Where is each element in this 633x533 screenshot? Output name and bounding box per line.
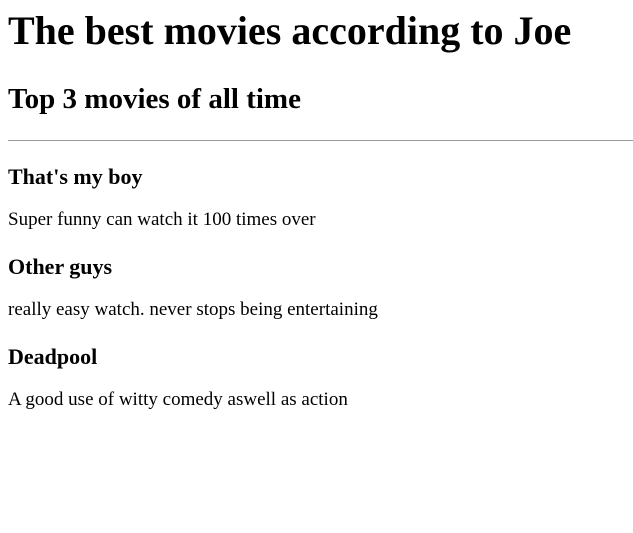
movie-item: Other guys really easy watch. never stop…	[8, 253, 625, 321]
movie-title: Deadpool	[8, 344, 98, 369]
movie-item: Deadpool A good use of witty comedy aswe…	[8, 343, 625, 411]
movie-list: That's my boy Super funny can watch it 1…	[8, 163, 625, 411]
page-subtitle: Top 3 movies of all time	[8, 83, 301, 115]
movie-description: really easy watch. never stops being ent…	[8, 299, 378, 320]
movie-title: That's my boy	[8, 164, 143, 189]
divider	[8, 140, 633, 141]
movie-description: Super funny can watch it 100 times over	[8, 209, 316, 230]
movie-title: Other guys	[8, 254, 113, 279]
movie-item: That's my boy Super funny can watch it 1…	[8, 163, 625, 231]
page-title: The best movies according to Joe	[8, 8, 572, 53]
movie-description: A good use of witty comedy aswell as act…	[8, 389, 348, 410]
